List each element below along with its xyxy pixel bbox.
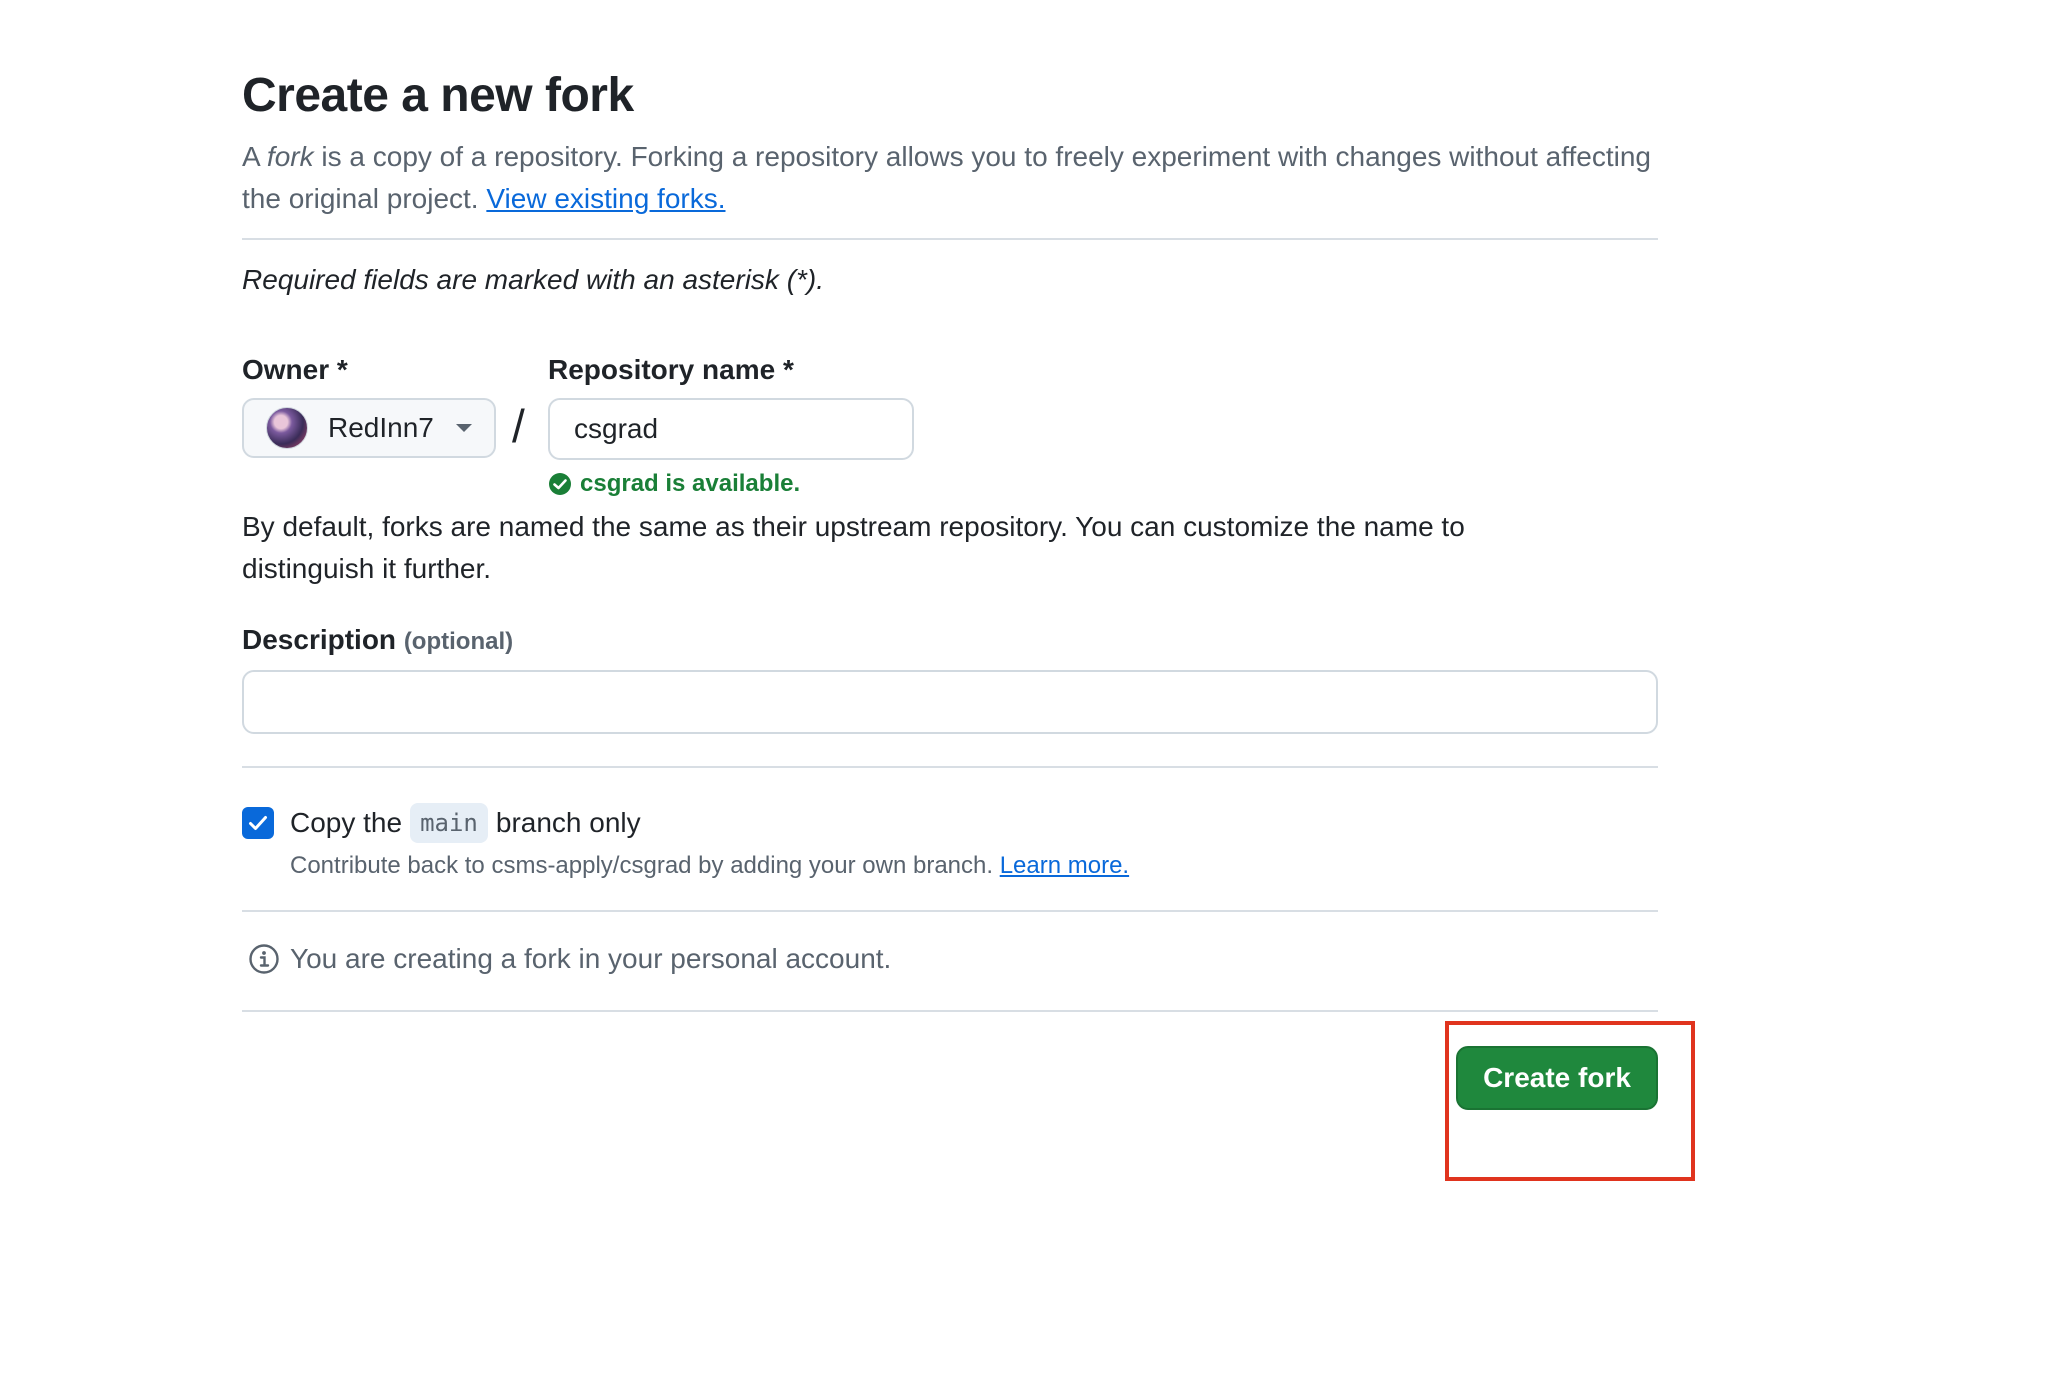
form-actions: Create fork [242, 1012, 1658, 1132]
fork-page: Create a new fork A fork is a copy of a … [0, 0, 2072, 1384]
page-title: Create a new fork [242, 69, 634, 122]
optional-tag: (optional) [403, 628, 514, 655]
branch-name-code: main [410, 803, 488, 843]
avatar [266, 407, 308, 449]
subtitle-text: is a copy of a repository. Forking a rep… [242, 141, 1652, 214]
owner-name: RedInn7 [328, 412, 434, 443]
owner-repo-row: Owner * RedInn7 / Repository name * csgr… [242, 350, 1658, 506]
divider [242, 910, 1658, 912]
required-fields-note: Required fields are marked with an aster… [242, 264, 825, 295]
learn-more-link[interactable]: Learn more. [1000, 852, 1129, 879]
copy-label-after: branch only [495, 807, 641, 838]
owner-field: Owner * RedInn7 [242, 350, 496, 458]
copy-main-branch-option: Copy the main branch only [242, 802, 1658, 844]
repository-name-input[interactable] [548, 398, 914, 460]
subtitle-prefix: A [242, 141, 267, 172]
fork-form: Create a new fork A fork is a copy of a … [242, 60, 1658, 1132]
checkmark-icon [249, 816, 267, 830]
copy-branch-sub-text: Contribute back to csms-apply/csgrad by … [290, 852, 1000, 879]
info-text: You are creating a fork in your personal… [290, 943, 892, 974]
repository-name-label: Repository name * [548, 354, 794, 385]
copy-main-branch-label[interactable]: Copy the main branch only [290, 803, 641, 843]
description-label: Description (optional) [242, 620, 1658, 662]
owner-label: Owner * [242, 354, 348, 385]
description-input[interactable] [242, 670, 1658, 734]
copy-label-before: Copy the [290, 807, 403, 838]
owner-repo-separator: / [512, 400, 525, 452]
caret-down-icon [456, 424, 472, 432]
subtitle-fork-term: fork [266, 141, 314, 172]
availability-status: csgrad is available. [548, 470, 914, 498]
view-existing-forks-link[interactable]: View existing forks. [486, 183, 725, 214]
divider [242, 766, 1658, 768]
description-label-text: Description [242, 624, 397, 655]
copy-branch-help-text: Contribute back to csms-apply/csgrad by … [290, 848, 1658, 884]
divider [242, 238, 1658, 240]
copy-main-branch-checkbox[interactable] [242, 807, 274, 839]
availability-text: csgrad is available. [580, 470, 801, 497]
page-subtitle: A fork is a copy of a repository. Forkin… [242, 136, 1658, 220]
check-circle-icon [549, 473, 571, 495]
repository-name-field: Repository name * csgrad is available. [548, 350, 914, 498]
owner-dropdown[interactable]: RedInn7 [242, 398, 496, 458]
personal-account-info: You are creating a fork in your personal… [242, 938, 1658, 980]
fork-name-help-text: By default, forks are named the same as … [242, 511, 1465, 584]
info-icon [249, 944, 279, 974]
create-fork-button[interactable]: Create fork [1456, 1046, 1658, 1110]
